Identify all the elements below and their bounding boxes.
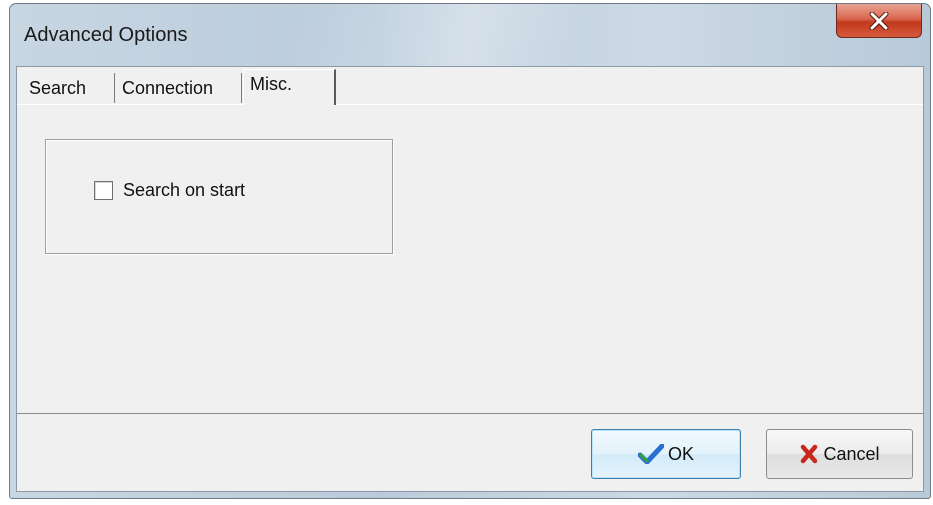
title-bar[interactable]: Advanced Options xyxy=(10,4,930,66)
misc-tab-page: Search on start xyxy=(17,104,923,414)
tab-search-label: Search xyxy=(29,77,87,98)
cancel-button[interactable]: Cancel xyxy=(766,429,913,479)
tab-connection-label: Connection xyxy=(122,77,214,98)
ok-button-label: OK xyxy=(667,443,694,464)
tab-misc[interactable]: Misc. xyxy=(243,69,336,105)
close-x-icon xyxy=(868,11,890,30)
ok-button[interactable]: OK xyxy=(591,429,741,479)
checkmark-icon xyxy=(637,444,664,464)
cancel-button-label: Cancel xyxy=(823,443,880,464)
tab-misc-label: Misc. xyxy=(250,74,292,94)
search-on-start-label: Search on start xyxy=(123,180,246,200)
red-x-icon xyxy=(799,444,819,464)
window-title: Advanced Options xyxy=(24,24,188,46)
tab-search[interactable]: Search xyxy=(23,73,115,103)
dialog-body: Search Connection Misc. Search on start xyxy=(16,66,924,492)
search-on-start-checkbox[interactable] xyxy=(94,181,113,200)
tab-strip: Search Connection Misc. xyxy=(17,67,923,105)
advanced-options-dialog: Advanced Options Search Connection Misc. xyxy=(9,3,931,499)
options-groupbox: Search on start xyxy=(45,139,393,254)
search-on-start-option[interactable]: Search on start xyxy=(94,180,245,201)
tab-connection[interactable]: Connection xyxy=(116,73,242,103)
close-button[interactable] xyxy=(836,4,922,38)
